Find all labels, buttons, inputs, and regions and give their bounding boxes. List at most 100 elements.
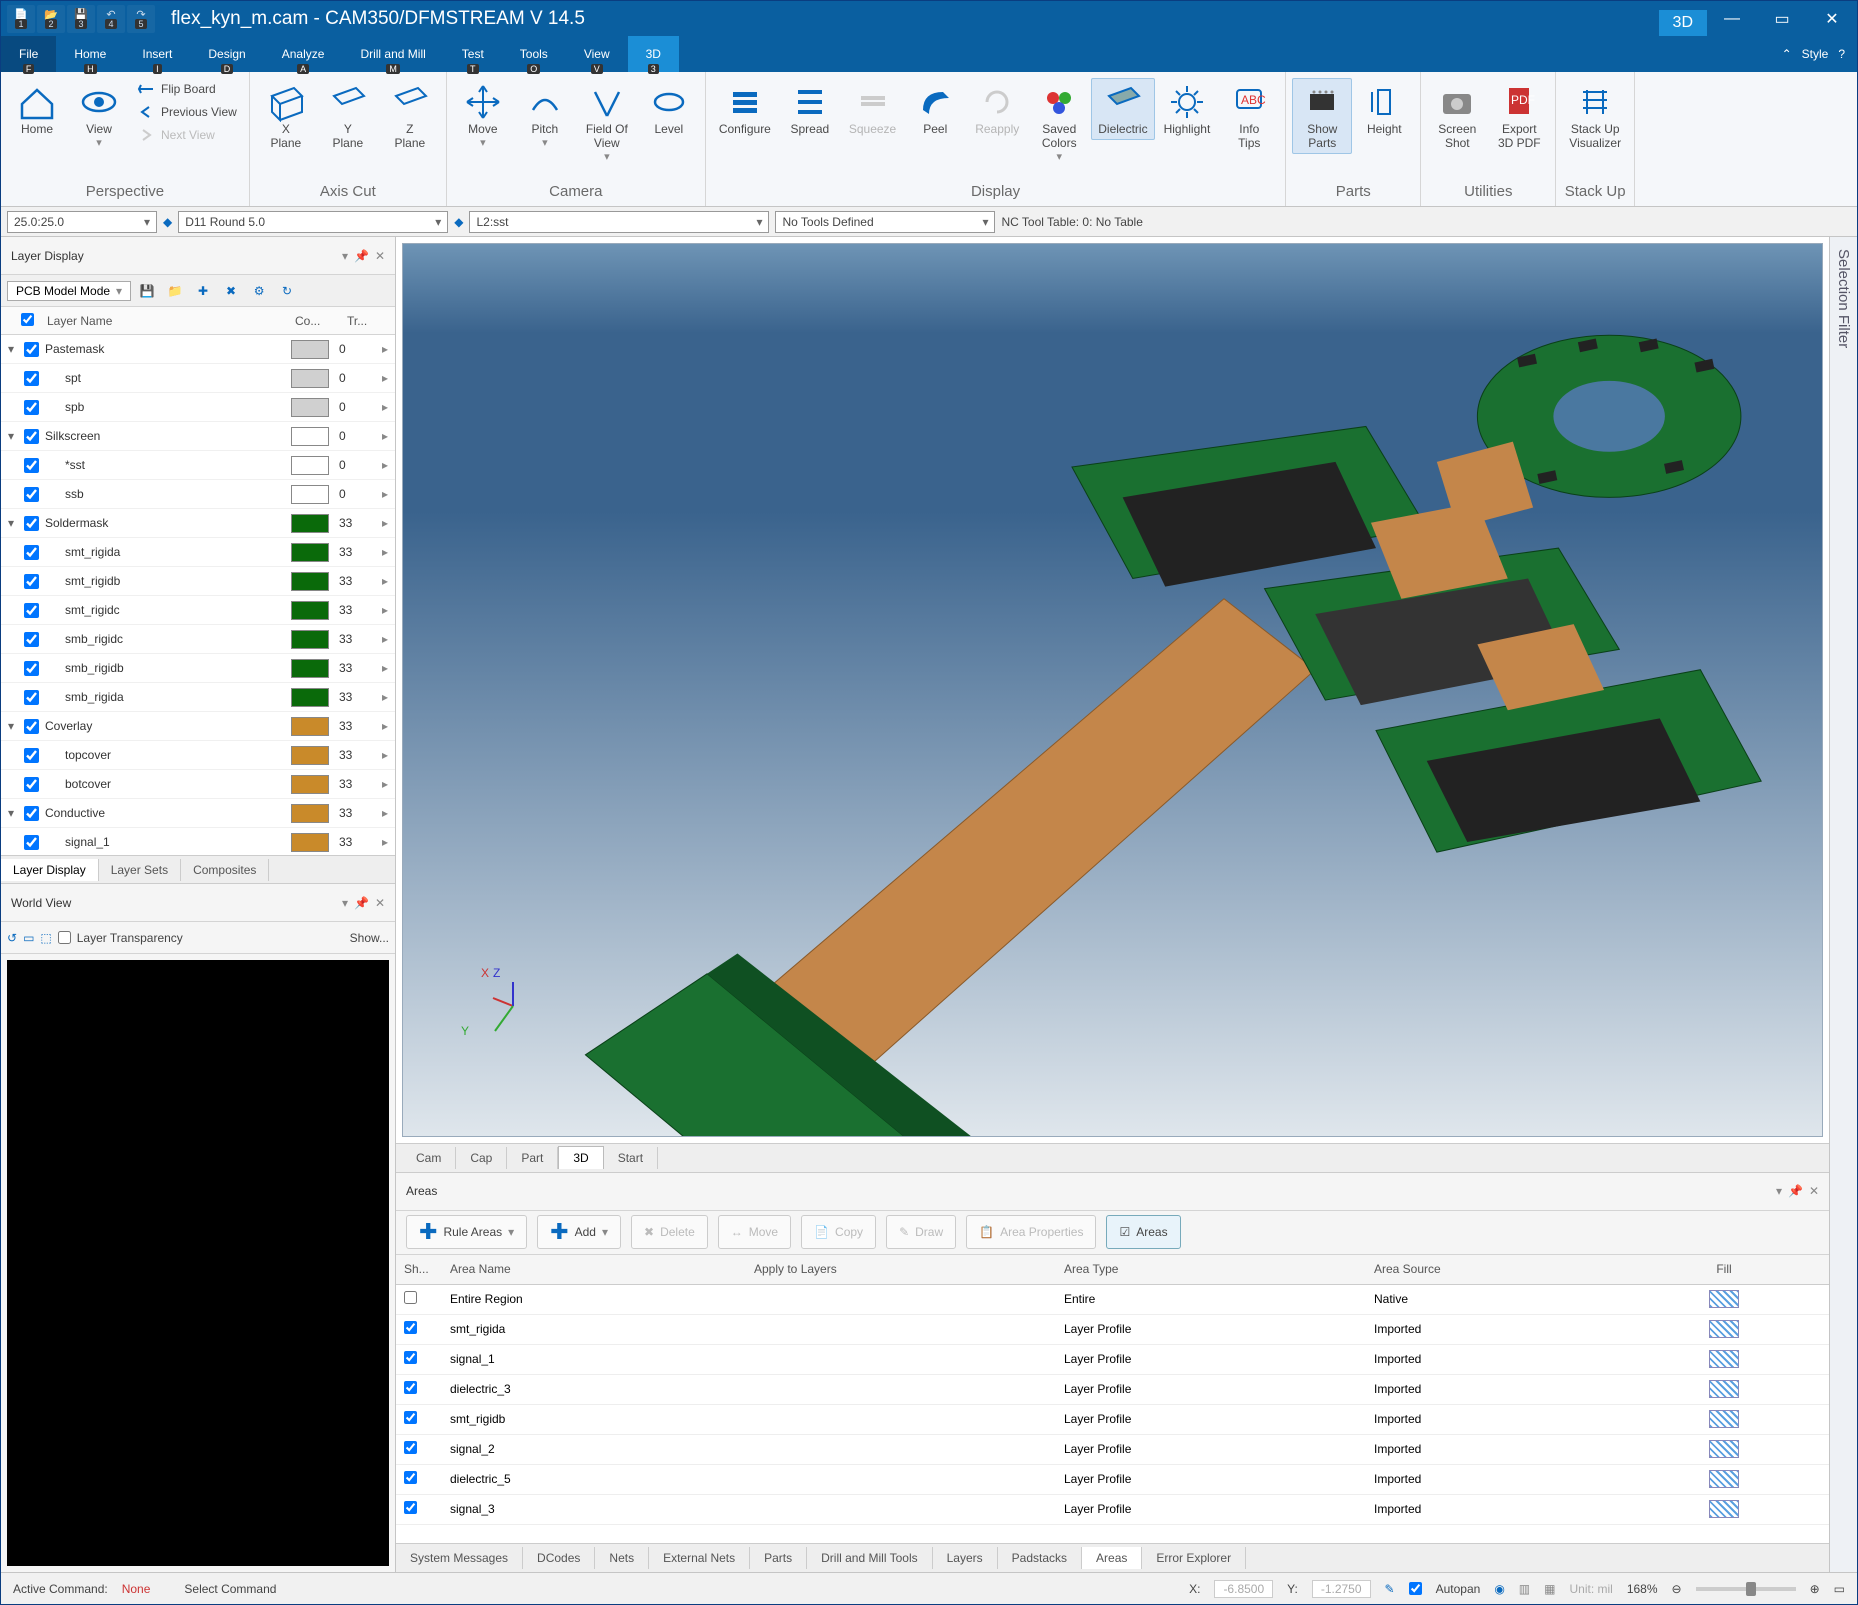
panel-pin-icon[interactable]: 📌 <box>354 249 369 263</box>
layer-row[interactable]: spb0▸ <box>1 393 395 422</box>
layer-row[interactable]: topcover33▸ <box>1 741 395 770</box>
area-row[interactable]: signal_2Layer ProfileImported <box>396 1435 1829 1465</box>
layer-checkbox[interactable] <box>24 661 39 676</box>
stackup-button[interactable]: Stack Up Visualizer <box>1562 78 1628 154</box>
area-checkbox[interactable] <box>404 1381 417 1394</box>
zoom-in-icon[interactable]: ⊕ <box>1810 1582 1820 1596</box>
layer-row[interactable]: ▾Coverlay33▸ <box>1 712 395 741</box>
add-layer-icon[interactable]: ✚ <box>191 279 215 303</box>
area-props-button[interactable]: 📋Area Properties <box>966 1215 1096 1249</box>
draw-area-button[interactable]: ✎Draw <box>886 1215 956 1249</box>
qat-btn-1[interactable]: 📄1 <box>7 5 35 33</box>
fill-swatch[interactable] <box>1709 1320 1739 1338</box>
tab-cam[interactable]: Cam <box>402 1147 456 1169</box>
prev-view-button[interactable]: Previous View <box>131 101 243 123</box>
zoom-select[interactable]: 25.0:25.0▾ <box>7 211 157 233</box>
fill-swatch[interactable] <box>1709 1380 1739 1398</box>
menu-drillmill[interactable]: Drill and MillM <box>342 36 443 72</box>
fov-button[interactable]: Field Of View▾ <box>577 78 637 166</box>
qat-btn-5[interactable]: ↷5 <box>127 5 155 33</box>
layer-row[interactable]: signal_133▸ <box>1 828 395 855</box>
maximize-button[interactable]: ▭ <box>1757 1 1807 36</box>
area-row[interactable]: smt_rigidbLayer ProfileImported <box>396 1405 1829 1435</box>
layer-swatch[interactable] <box>291 746 329 765</box>
panel-dropdown-icon[interactable]: ▾ <box>342 249 348 263</box>
tab-layer-display[interactable]: Layer Display <box>1 859 99 881</box>
menu-file[interactable]: FileF <box>1 36 56 72</box>
layer-checkbox[interactable] <box>24 487 39 502</box>
wv-transparency-checkbox[interactable] <box>58 931 71 944</box>
qat-btn-4[interactable]: ↶4 <box>97 5 125 33</box>
layer-row[interactable]: ▾Silkscreen0▸ <box>1 422 395 451</box>
move-area-button[interactable]: ↔Move <box>718 1215 791 1249</box>
height-button[interactable]: Height <box>1354 78 1414 140</box>
close-button[interactable]: ✕ <box>1807 1 1857 36</box>
tab-extnets[interactable]: External Nets <box>649 1547 750 1569</box>
area-checkbox[interactable] <box>404 1471 417 1484</box>
qat-btn-3[interactable]: 💾3 <box>67 5 95 33</box>
layer-checkbox[interactable] <box>24 342 39 357</box>
menu-insert[interactable]: InsertI <box>124 36 190 72</box>
layer-row[interactable]: smt_rigida33▸ <box>1 538 395 567</box>
layer-swatch[interactable] <box>291 543 329 562</box>
wv-dropdown-icon[interactable]: ▾ <box>342 896 348 910</box>
layer-checkbox[interactable] <box>24 545 39 560</box>
tab-padstacks[interactable]: Padstacks <box>998 1547 1082 1569</box>
areas-toggle-button[interactable]: ☑Areas <box>1106 1215 1180 1249</box>
refresh-icon[interactable]: ↻ <box>275 279 299 303</box>
layer-row[interactable]: ssb0▸ <box>1 480 395 509</box>
view-button[interactable]: View▾ <box>69 78 129 152</box>
minimize-button[interactable]: — <box>1707 1 1757 36</box>
peel-button[interactable]: Peel <box>905 78 965 140</box>
layer-swatch[interactable] <box>291 572 329 591</box>
wv-show-dropdown[interactable]: Show... <box>350 931 389 945</box>
xplane-button[interactable]: X Plane <box>256 78 316 154</box>
worldview-canvas[interactable] <box>7 960 389 1566</box>
rule-areas-button[interactable]: ✚Rule Areas▾ <box>406 1215 527 1249</box>
areas-close-icon[interactable]: ✕ <box>1809 1184 1819 1198</box>
layer-checkbox[interactable] <box>24 748 39 763</box>
zoom-fit-icon[interactable]: ▭ <box>1834 1582 1845 1596</box>
wv-pin-icon[interactable]: 📌 <box>354 896 369 910</box>
fill-swatch[interactable] <box>1709 1500 1739 1518</box>
layer-checkbox[interactable] <box>24 400 39 415</box>
wv-close-icon[interactable]: ✕ <box>375 896 385 910</box>
layer-swatch[interactable] <box>291 369 329 388</box>
fill-swatch[interactable] <box>1709 1440 1739 1458</box>
all-layers-checkbox[interactable] <box>21 313 34 326</box>
area-row[interactable]: dielectric_3Layer ProfileImported <box>396 1375 1829 1405</box>
layer-swatch[interactable] <box>291 717 329 736</box>
ribbon-help-icon[interactable]: ⌃ <box>1782 47 1792 61</box>
area-checkbox[interactable] <box>404 1441 417 1454</box>
areas-grid[interactable]: Sh... Area Name Apply to Layers Area Typ… <box>396 1255 1829 1544</box>
wv-pan-icon[interactable]: ↺ <box>7 931 17 945</box>
adjust-icon[interactable]: ⚙ <box>247 279 271 303</box>
area-checkbox[interactable] <box>404 1291 417 1304</box>
savedcolors-button[interactable]: Saved Colors▾ <box>1029 78 1089 166</box>
layer-swatch[interactable] <box>291 833 329 852</box>
fill-swatch[interactable] <box>1709 1290 1739 1308</box>
layer-swatch[interactable] <box>291 456 329 475</box>
area-checkbox[interactable] <box>404 1351 417 1364</box>
tools-select[interactable]: No Tools Defined▾ <box>775 211 995 233</box>
layer-swatch[interactable] <box>291 340 329 359</box>
layer-row[interactable]: spt0▸ <box>1 364 395 393</box>
area-row[interactable]: signal_1Layer ProfileImported <box>396 1345 1829 1375</box>
area-checkbox[interactable] <box>404 1411 417 1424</box>
layer-swatch[interactable] <box>291 775 329 794</box>
tab-composites[interactable]: Composites <box>181 859 269 881</box>
layer-row[interactable]: ▾Soldermask33▸ <box>1 509 395 538</box>
tab-start[interactable]: Start <box>604 1147 658 1169</box>
fill-swatch[interactable] <box>1709 1350 1739 1368</box>
layer-swatch[interactable] <box>291 630 329 649</box>
layer-mode-select[interactable]: PCB Model Mode ▾ <box>7 281 131 301</box>
menu-view[interactable]: ViewV <box>566 36 628 72</box>
panel-close-icon[interactable]: ✕ <box>375 249 385 263</box>
wv-zoom-icon[interactable]: ▭ <box>23 931 34 945</box>
qat-btn-2[interactable]: 📂2 <box>37 5 65 33</box>
area-row[interactable]: smt_rigidaLayer ProfileImported <box>396 1315 1829 1345</box>
layer-swatch[interactable] <box>291 427 329 446</box>
copy-area-button[interactable]: 📄Copy <box>801 1215 876 1249</box>
layer-row[interactable]: ▾Pastemask0▸ <box>1 335 395 364</box>
tab-part[interactable]: Part <box>507 1147 558 1169</box>
